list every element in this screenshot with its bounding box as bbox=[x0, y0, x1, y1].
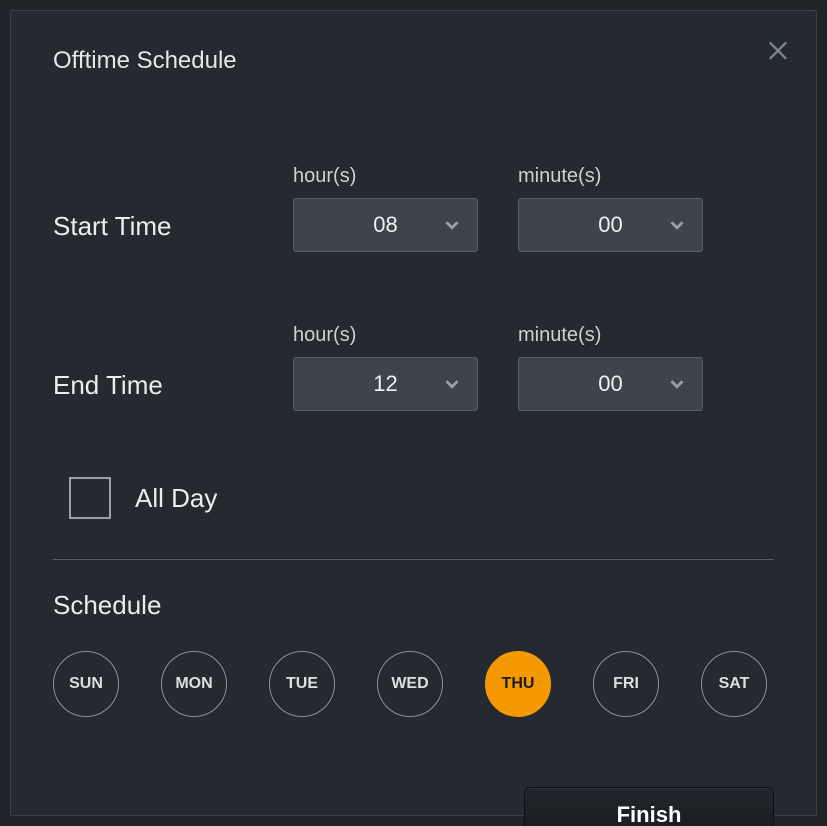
dialog-title: Offtime Schedule bbox=[53, 47, 774, 75]
day-fri[interactable]: FRI bbox=[593, 651, 659, 717]
start-minute-field: minute(s) 00 bbox=[518, 165, 703, 252]
end-hour-select[interactable]: 12 bbox=[293, 357, 478, 411]
chevron-down-icon bbox=[441, 373, 463, 395]
start-minute-select[interactable]: 00 bbox=[518, 198, 703, 252]
all-day-label: All Day bbox=[135, 483, 217, 514]
divider bbox=[53, 559, 774, 560]
start-time-row: Start Time hour(s) 08 minute(s) 00 bbox=[53, 165, 774, 252]
chevron-down-icon bbox=[666, 214, 688, 236]
days-row: SUN MON TUE WED THU FRI SAT bbox=[53, 651, 774, 717]
end-hour-label: hour(s) bbox=[293, 324, 478, 347]
start-minute-label: minute(s) bbox=[518, 165, 703, 188]
chevron-down-icon bbox=[441, 214, 463, 236]
end-minute-label: minute(s) bbox=[518, 324, 703, 347]
chevron-down-icon bbox=[666, 373, 688, 395]
schedule-label: Schedule bbox=[53, 590, 774, 621]
day-mon[interactable]: MON bbox=[161, 651, 227, 717]
all-day-row: All Day bbox=[53, 477, 774, 519]
end-minute-select[interactable]: 00 bbox=[518, 357, 703, 411]
end-time-label: End Time bbox=[53, 370, 253, 411]
end-hour-field: hour(s) 12 bbox=[293, 324, 478, 411]
end-time-row: End Time hour(s) 12 minute(s) 00 bbox=[53, 324, 774, 411]
start-time-label: Start Time bbox=[53, 211, 253, 252]
close-icon[interactable] bbox=[764, 35, 792, 63]
all-day-checkbox[interactable] bbox=[69, 477, 111, 519]
finish-button[interactable]: Finish bbox=[524, 787, 774, 826]
day-sun[interactable]: SUN bbox=[53, 651, 119, 717]
end-minute-field: minute(s) 00 bbox=[518, 324, 703, 411]
dialog-footer: Finish bbox=[53, 787, 774, 826]
start-hour-select[interactable]: 08 bbox=[293, 198, 478, 252]
offtime-schedule-dialog: Offtime Schedule Start Time hour(s) 08 m… bbox=[10, 10, 817, 816]
day-sat[interactable]: SAT bbox=[701, 651, 767, 717]
day-wed[interactable]: WED bbox=[377, 651, 443, 717]
start-hour-field: hour(s) 08 bbox=[293, 165, 478, 252]
day-tue[interactable]: TUE bbox=[269, 651, 335, 717]
day-thu[interactable]: THU bbox=[485, 651, 551, 717]
start-hour-label: hour(s) bbox=[293, 165, 478, 188]
